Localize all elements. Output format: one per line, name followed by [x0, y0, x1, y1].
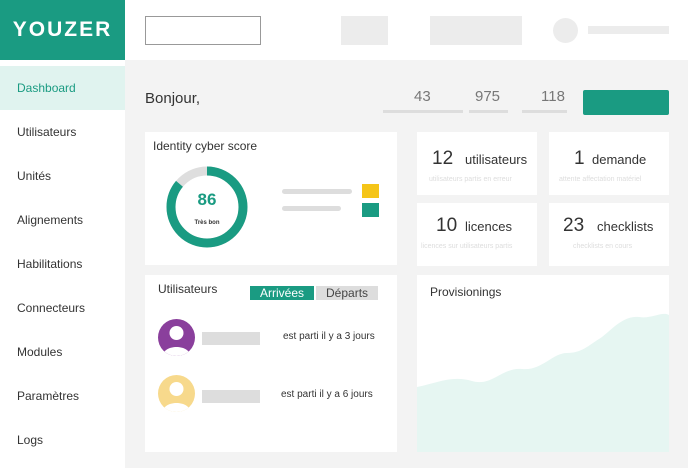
legend-bar-placeholder	[282, 206, 341, 211]
sidebar-item-parametres[interactable]: Paramètres	[0, 374, 125, 418]
user-icon	[163, 326, 190, 356]
kpi-subtitle: attente affectation matériel	[559, 176, 642, 183]
avatar	[158, 319, 195, 356]
top-button-placeholder[interactable]	[341, 16, 388, 45]
kpi-card-utilisateurs[interactable]: 12 utilisateurs utilisateurs partis en e…	[417, 132, 537, 195]
user-status: est parti il y a 3 jours	[283, 331, 375, 342]
score-rating: Très bon	[194, 220, 220, 226]
sidebar-item-utilisateurs[interactable]: Utilisateurs	[0, 110, 125, 154]
avatar[interactable]	[553, 18, 578, 43]
kpi-subtitle: licences sur utilisateurs partis	[421, 243, 513, 250]
score-value: 86	[197, 190, 217, 209]
legend-swatch-warn	[362, 184, 379, 198]
provisioning-area-chart	[417, 313, 669, 452]
sidebar-item-alignements[interactable]: Alignements	[0, 198, 125, 242]
users-tabs: Arrivées Départs	[250, 286, 379, 300]
sidebar-item-habilitations[interactable]: Habilitations	[0, 242, 125, 286]
tab-departs[interactable]: Départs	[316, 286, 379, 300]
kpi-label: utilisateurs	[465, 152, 528, 167]
tab-arrivees[interactable]: Arrivées	[250, 286, 315, 300]
user-name-placeholder	[202, 390, 260, 403]
kpi-card-checklists[interactable]: 23 checklists checklists en cours	[549, 203, 669, 266]
kpi-number: 10	[436, 215, 458, 236]
kpi-card-licences[interactable]: 10 licences licences sur utilisateurs pa…	[417, 203, 537, 266]
app-logo[interactable]: YOUZER	[0, 0, 125, 60]
kpi-number: 23	[563, 215, 585, 236]
kpi-subtitle: checklists en cours	[573, 243, 633, 250]
stat-underline	[469, 110, 508, 113]
kpi-label: licences	[465, 219, 512, 234]
provisioning-area	[417, 313, 669, 452]
legend-swatch-good	[362, 203, 379, 217]
user-status: est parti il y a 6 jours	[281, 389, 373, 400]
stat-value: 975	[475, 88, 501, 105]
stat-underline	[522, 110, 567, 113]
score-card: Identity cyber score 86 Très bon	[145, 132, 397, 265]
stat-value: 43	[414, 88, 431, 105]
avatar	[158, 375, 195, 412]
kpi-label: demande	[592, 152, 647, 167]
score-title: Identity cyber score	[153, 139, 258, 153]
page-title: Bonjour,	[145, 90, 201, 107]
sidebar-item-connecteurs[interactable]: Connecteurs	[0, 286, 125, 330]
sidebar-item-unites[interactable]: Unités	[0, 154, 125, 198]
sidebar: Dashboard Utilisateurs Unités Alignement…	[0, 60, 125, 468]
kpi-subtitle: utilisateurs partis en erreur	[429, 176, 512, 183]
provisioning-card: Provisionings	[417, 275, 669, 452]
sidebar-item-dashboard[interactable]: Dashboard	[0, 66, 125, 110]
top-bar	[125, 0, 688, 60]
users-card-title: Utilisateurs	[158, 282, 218, 296]
kpi-number: 12	[432, 148, 454, 169]
search-input[interactable]	[145, 16, 261, 45]
users-card: Utilisateurs Arrivées Départs est parti …	[145, 275, 397, 452]
stat-underline	[383, 110, 463, 113]
stat-value: 118	[541, 88, 565, 105]
user-icon	[163, 382, 190, 412]
kpi-card-demande[interactable]: 1 demande attente affectation matériel	[549, 132, 669, 195]
primary-action-button[interactable]	[583, 90, 669, 115]
kpi-label: checklists	[597, 219, 654, 234]
sidebar-item-modules[interactable]: Modules	[0, 330, 125, 374]
user-name-placeholder	[588, 26, 669, 34]
top-menu-placeholder[interactable]	[430, 16, 522, 45]
kpi-number: 1	[574, 148, 585, 169]
legend-bar-placeholder	[282, 189, 352, 194]
sidebar-item-logs[interactable]: Logs	[0, 418, 125, 462]
user-name-placeholder	[202, 332, 260, 345]
